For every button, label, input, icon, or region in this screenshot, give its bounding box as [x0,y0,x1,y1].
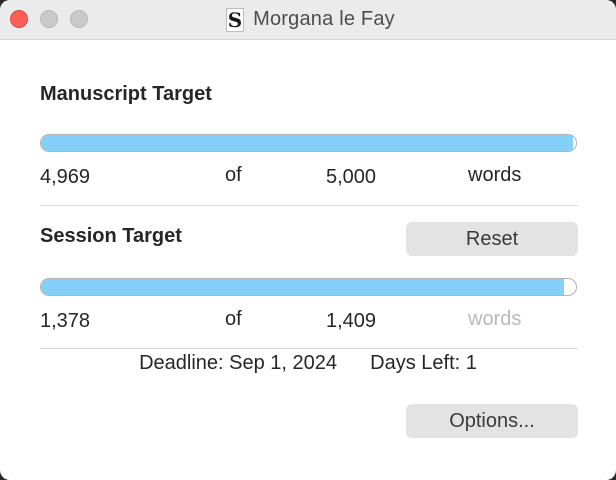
manuscript-progress-fill [41,135,573,151]
manuscript-target-label: Manuscript Target [40,83,212,105]
session-of-label: of [225,308,242,330]
session-target-words: 1,409 [326,310,377,332]
window-title-area: S Morgana le Fay [0,0,616,39]
manuscript-of-label: of [225,164,242,186]
section-divider [40,205,578,206]
deadline-row: Deadline: Sep 1, 2024 Days Left: 1 [0,352,616,375]
title-bar[interactable]: S Morgana le Fay [0,0,616,40]
manuscript-unit-label: words [468,164,522,186]
session-current-words: 1,378 [40,310,91,332]
manuscript-current-words: 4,969 [40,166,91,188]
session-target-label: Session Target [40,225,182,247]
options-button[interactable]: Options... [406,404,578,438]
scrivener-document-icon: S [226,7,245,32]
days-left-text: Days Left: 1 [370,352,477,374]
manuscript-progress-bar [40,134,577,152]
reset-button[interactable]: Reset [406,222,578,256]
deadline-text: Deadline: Sep 1, 2024 [139,352,338,374]
manuscript-target-words: 5,000 [326,166,377,188]
session-progress-fill [41,279,565,295]
project-targets-window: S Morgana le Fay Manuscript Target 4,969… [0,0,616,480]
svg-text:S: S [228,8,242,32]
session-unit-label: words [468,308,522,330]
deadline-divider [40,348,578,349]
window-title: Morgana le Fay [253,8,395,30]
session-progress-bar [40,278,577,296]
